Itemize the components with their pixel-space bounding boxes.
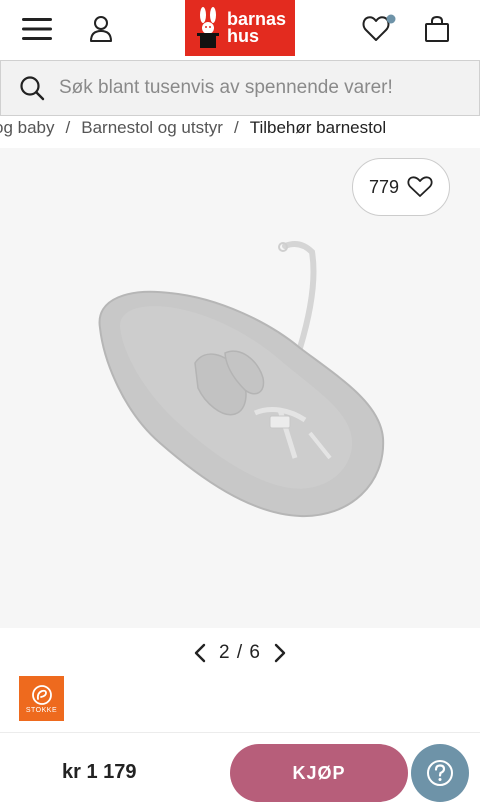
chevron-right-icon [274, 643, 286, 663]
help-button[interactable] [411, 744, 469, 802]
brand-logo[interactable]: STOKKE [19, 676, 64, 721]
logo-text: barnas hus [227, 10, 286, 46]
product-image-gallery[interactable]: 779 [0, 148, 480, 628]
question-mark-icon [427, 760, 453, 786]
cart-icon[interactable] [418, 10, 456, 48]
previous-image-button[interactable] [187, 640, 213, 666]
bunny-hat-logo-icon [197, 7, 219, 48]
next-image-button[interactable] [267, 640, 293, 666]
header: barnas hus [0, 0, 480, 58]
breadcrumb-current[interactable]: Tilbehør barnestol [250, 118, 386, 138]
menu-icon[interactable] [18, 10, 56, 48]
stokke-logo-icon [31, 684, 52, 705]
image-index: 2 / 6 [219, 642, 261, 663]
product-image [98, 241, 385, 518]
buy-button[interactable]: KJØP [230, 744, 408, 802]
image-pager: 2 / 6 [0, 638, 480, 668]
search-bar[interactable] [0, 60, 480, 116]
wishlist-icon[interactable] [360, 10, 398, 48]
search-input[interactable] [59, 77, 459, 99]
search-icon[interactable] [19, 75, 45, 101]
site-logo[interactable]: barnas hus [185, 0, 295, 56]
logo-line-2: hus [227, 26, 260, 46]
breadcrumb-item[interactable]: Barnestol og utstyr [81, 118, 223, 138]
purchase-bar: kr 1 179 KJØP [0, 732, 480, 812]
breadcrumb-separator: / [233, 118, 239, 137]
breadcrumb: og baby / Barnestol og utstyr / Tilbehør… [0, 116, 480, 146]
account-icon[interactable] [82, 10, 120, 48]
breadcrumb-item[interactable]: og baby [0, 118, 55, 138]
chevron-left-icon [194, 643, 206, 663]
product-price: kr 1 179 [62, 761, 137, 783]
brand-name: STOKKE [25, 706, 58, 714]
breadcrumb-separator: / [65, 118, 71, 137]
